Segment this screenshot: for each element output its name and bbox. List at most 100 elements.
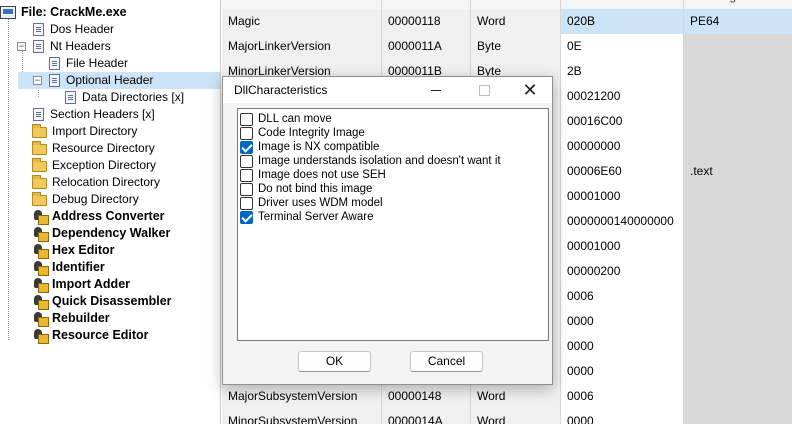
option-no-seh[interactable]: Image does not use SEH	[240, 168, 386, 182]
cell-meaning[interactable]	[684, 409, 792, 424]
cell-offset[interactable]: 0000014A	[382, 409, 471, 424]
tree-item-file-header[interactable]: File Header	[48, 55, 130, 72]
cell-value[interactable]: 00021200	[561, 84, 684, 109]
cell-value[interactable]: 00016C00	[561, 109, 684, 134]
column-header-value[interactable]: Value	[561, 0, 684, 9]
table-row[interactable]: MajorLinkerVersion 0000011A Byte 0E	[222, 34, 792, 59]
tree-item-import-directory[interactable]: Import Directory	[32, 123, 139, 140]
column-header-offset[interactable]: Offset	[382, 0, 471, 9]
cell-meaning[interactable]	[684, 34, 792, 59]
option-wdm-driver[interactable]: Driver uses WDM model	[240, 196, 383, 210]
tree-item-optional-header[interactable]: Optional Header	[18, 72, 220, 89]
cell-meaning[interactable]	[684, 109, 792, 134]
cell-meaning[interactable]	[684, 184, 792, 209]
cell-value[interactable]: 0000000140000000	[561, 209, 684, 234]
cell-value[interactable]: 2B	[561, 59, 684, 84]
tree-tool-rebuilder[interactable]: Rebuilder	[32, 310, 112, 327]
tree-tool-hex-editor[interactable]: Hex Editor	[32, 242, 117, 259]
cell-size[interactable]: Byte	[471, 34, 561, 59]
option-terminal-server-aware[interactable]: Terminal Server Aware	[240, 210, 373, 224]
table-row[interactable]: Magic 00000118 Word 020B PE64	[222, 9, 792, 34]
tree-tool-address-converter[interactable]: Address Converter	[32, 208, 167, 225]
cell-value[interactable]: 020B	[561, 9, 684, 34]
table-row[interactable]: MinorSubsystemVersion 0000014A Word 0000	[222, 409, 792, 424]
cell-value[interactable]: 00000000	[561, 134, 684, 159]
cancel-button[interactable]: Cancel	[410, 351, 483, 372]
cell-value[interactable]: 0000	[561, 359, 684, 384]
column-header-member[interactable]: Member	[222, 0, 382, 9]
cell-meaning[interactable]	[684, 384, 792, 409]
checkbox[interactable]	[240, 168, 253, 182]
cell-meaning[interactable]	[684, 59, 792, 84]
tree-item-resource-directory[interactable]: Resource Directory	[32, 140, 157, 157]
cell-size[interactable]: Word	[471, 409, 561, 424]
cell-meaning[interactable]	[684, 284, 792, 309]
tree-tool-import-adder[interactable]: Import Adder	[32, 276, 132, 293]
cell-meaning[interactable]	[684, 209, 792, 234]
cell-member[interactable]: MajorSubsystemVersion	[222, 384, 382, 409]
cell-value[interactable]: 0000	[561, 334, 684, 359]
tree-item-exception-directory[interactable]: Exception Directory	[32, 157, 158, 174]
checkbox-checked[interactable]	[240, 140, 253, 154]
cell-value[interactable]: 00001000	[561, 184, 684, 209]
checkbox[interactable]	[240, 182, 253, 196]
cell-meaning[interactable]: .text	[684, 159, 792, 184]
close-icon[interactable]: ✕	[507, 77, 553, 103]
cell-meaning[interactable]: PE64	[684, 9, 792, 34]
tree-item-nt-headers[interactable]: Nt Headers	[32, 38, 113, 55]
cell-meaning[interactable]	[684, 309, 792, 334]
cell-offset[interactable]: 00000148	[382, 384, 471, 409]
tree-root-file[interactable]: File: CrackMe.exe	[0, 4, 129, 21]
minimize-button[interactable]	[413, 77, 459, 103]
document-icon	[65, 91, 76, 104]
cell-value[interactable]: 00001000	[561, 234, 684, 259]
column-header-size[interactable]: Size	[471, 0, 561, 9]
characteristics-checklist[interactable]: DLL can move Code Integrity Image Image …	[237, 108, 549, 341]
option-dll-can-move[interactable]: DLL can move	[240, 112, 332, 126]
column-header-meaning[interactable]: Meaning	[684, 0, 792, 9]
cell-meaning[interactable]	[684, 334, 792, 359]
tree-tool-identifier[interactable]: Identifier	[32, 259, 107, 276]
checkbox[interactable]	[240, 126, 253, 140]
checkbox[interactable]	[240, 112, 253, 126]
option-code-integrity-image[interactable]: Code Integrity Image	[240, 126, 365, 140]
option-nx-compatible[interactable]: Image is NX compatible	[240, 140, 379, 154]
collapse-optional-header-toggle[interactable]: −	[33, 76, 42, 85]
cell-value[interactable]: 0006	[561, 384, 684, 409]
tree-tool-quick-disassembler[interactable]: Quick Disassembler	[32, 293, 174, 310]
cell-value[interactable]: 0000	[561, 309, 684, 334]
tree-item-data-directories[interactable]: Data Directories [x]	[64, 89, 186, 106]
option-no-bind[interactable]: Do not bind this image	[240, 182, 372, 196]
tree-tool-resource-editor[interactable]: Resource Editor	[32, 327, 151, 344]
cell-meaning[interactable]	[684, 134, 792, 159]
cell-value[interactable]: 00006E60	[561, 159, 684, 184]
cell-value[interactable]: 00000200	[561, 259, 684, 284]
cell-meaning[interactable]	[684, 234, 792, 259]
cell-value[interactable]: 0000	[561, 409, 684, 424]
cell-size[interactable]: Word	[471, 9, 561, 34]
checkbox[interactable]	[240, 196, 253, 210]
cell-offset[interactable]: 00000118	[382, 9, 471, 34]
checkbox-checked[interactable]	[240, 210, 253, 224]
tree-item-dos-header[interactable]: Dos Header	[32, 21, 116, 38]
cell-value[interactable]: 0E	[561, 34, 684, 59]
cell-meaning[interactable]	[684, 259, 792, 284]
tree-tool-dependency-walker[interactable]: Dependency Walker	[32, 225, 172, 242]
checkbox[interactable]	[240, 154, 253, 168]
cell-meaning[interactable]	[684, 84, 792, 109]
cell-member[interactable]: Magic	[222, 9, 382, 34]
cell-size[interactable]: Word	[471, 384, 561, 409]
tree-item-debug-directory[interactable]: Debug Directory	[32, 191, 141, 208]
tree-item-relocation-directory[interactable]: Relocation Directory	[32, 174, 162, 191]
cell-offset[interactable]: 0000011A	[382, 34, 471, 59]
cell-value[interactable]: 0006	[561, 284, 684, 309]
option-no-isolation[interactable]: Image understands isolation and doesn't …	[240, 154, 501, 168]
dialog-titlebar[interactable]: DllCharacteristics ✕	[223, 77, 552, 103]
cell-member[interactable]: MajorLinkerVersion	[222, 34, 382, 59]
collapse-nt-headers-toggle[interactable]: −	[17, 42, 26, 51]
tree-item-section-headers[interactable]: Section Headers [x]	[32, 106, 157, 123]
ok-button[interactable]: OK	[298, 351, 371, 372]
cell-meaning[interactable]	[684, 359, 792, 384]
cell-member[interactable]: MinorSubsystemVersion	[222, 409, 382, 424]
table-row[interactable]: MajorSubsystemVersion 00000148 Word 0006	[222, 384, 792, 409]
